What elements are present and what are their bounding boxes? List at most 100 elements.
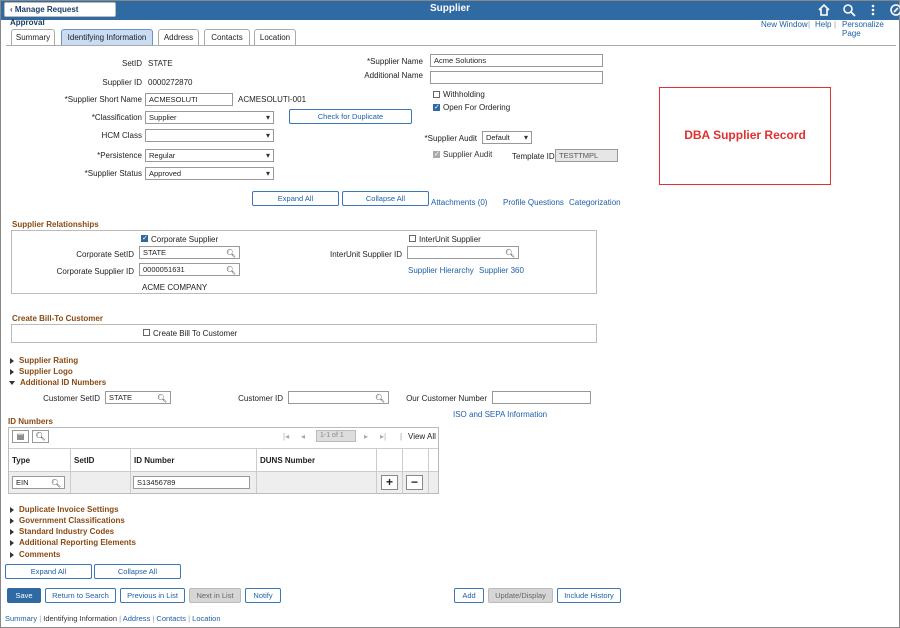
our-customer-number-input[interactable] <box>492 391 591 404</box>
actions-menu-icon[interactable] <box>866 3 880 17</box>
col-id-number-header: ID Number <box>134 456 175 465</box>
search-icon[interactable]: 🔍︎ <box>505 248 515 259</box>
customer-setid-input[interactable]: STATE 🔍︎ <box>105 391 171 404</box>
persistence-select[interactable]: Regular <box>145 149 274 162</box>
add-button[interactable]: Add <box>454 588 484 603</box>
classification-select[interactable]: Supplier <box>145 111 274 124</box>
last-page-icon[interactable]: ▸| <box>380 432 386 441</box>
col-duns-header: DUNS Number <box>260 456 316 465</box>
page-title: Supplier <box>429 3 470 14</box>
supplier-status-select[interactable]: Approved <box>145 167 274 180</box>
expand-arrow-icon <box>10 528 14 535</box>
tab-summary[interactable]: Summary <box>11 29 55 45</box>
tab-contacts[interactable]: Contacts <box>204 29 250 45</box>
id-numbers-title: ID Numbers <box>8 417 53 426</box>
prev-page-icon[interactable]: ◂ <box>301 432 305 441</box>
notify-button[interactable]: Notify <box>245 588 281 603</box>
include-history-button[interactable]: Include History <box>557 588 621 603</box>
save-button[interactable]: Save <box>7 588 41 603</box>
standard-industry-codes-section[interactable]: Standard Industry Codes <box>10 527 114 536</box>
tab-address[interactable]: Address <box>158 29 199 45</box>
collapse-all-button-top[interactable]: Collapse All <box>342 191 429 206</box>
supplier-name-input[interactable]: Acme Solutions <box>430 54 603 67</box>
view-all-link[interactable]: View All <box>408 432 436 441</box>
expand-all-button-top[interactable]: Expand All <box>252 191 339 206</box>
personalize-page-link[interactable]: Personalize Page <box>842 20 900 38</box>
attachments-link[interactable]: Attachments (0) <box>431 198 487 207</box>
customer-id-input[interactable]: 🔍︎ <box>288 391 389 404</box>
type-input[interactable]: EIN 🔍︎ <box>12 476 65 489</box>
profile-questions-link[interactable]: Profile Questions <box>503 198 564 207</box>
create-bill-to-checkbox[interactable] <box>143 329 150 336</box>
corp-supplier-id-label: Corporate Supplier ID <box>56 267 134 276</box>
search-icon[interactable]: 🔍︎ <box>51 478 61 489</box>
id-number-input[interactable]: S13456789 <box>133 476 250 489</box>
footer-location-link[interactable]: Location <box>192 614 220 623</box>
delete-row-button[interactable]: − <box>406 475 423 490</box>
supplier-audit-select[interactable]: Default <box>482 131 532 144</box>
customer-setid-label: Customer SetID <box>43 394 100 403</box>
supplier-id-value: 0000272870 <box>148 78 193 87</box>
home-icon[interactable] <box>817 3 831 17</box>
find-icon[interactable]: 🔍︎ <box>32 430 49 443</box>
new-window-link[interactable]: New Window <box>761 20 808 29</box>
search-icon[interactable]: 🔍︎ <box>226 265 236 276</box>
expand-all-button-bottom[interactable]: Expand All <box>5 564 92 579</box>
search-icon[interactable]: 🔍︎ <box>375 393 385 404</box>
dba-banner-text: DBA Supplier Record <box>684 128 806 142</box>
interunit-supplier-label: InterUnit Supplier <box>419 235 481 244</box>
interunit-supplier-id-input[interactable]: 🔍︎ <box>407 246 519 259</box>
supplier-logo-section[interactable]: Supplier Logo <box>10 367 73 376</box>
additional-id-section[interactable]: Additional ID Numbers <box>9 378 106 387</box>
footer-contacts-link[interactable]: Contacts <box>156 614 186 623</box>
return-to-search-button[interactable]: Return to Search <box>45 588 116 603</box>
navbar-icon[interactable] <box>889 3 900 17</box>
corp-setid-label: Corporate SetID <box>76 250 134 259</box>
corporate-supplier-checkbox[interactable] <box>141 234 148 242</box>
withholding-checkbox[interactable] <box>433 91 440 98</box>
next-in-list-button: Next in List <box>189 588 241 603</box>
pager-select[interactable]: 1-1 of 1 <box>316 430 356 442</box>
tab-identifying-information[interactable]: Identifying Information <box>61 29 153 45</box>
search-icon[interactable]: 🔍︎ <box>226 248 236 259</box>
template-id-label: Template ID <box>512 152 555 161</box>
corp-supplier-id-input[interactable]: 0000051631 🔍︎ <box>139 263 240 276</box>
interunit-supplier-id-label: InterUnit Supplier ID <box>329 250 402 259</box>
search-icon[interactable]: 🔍︎ <box>157 393 167 404</box>
supplier-relationships-box <box>11 230 597 294</box>
first-page-icon[interactable]: |◂ <box>283 432 289 441</box>
search-icon[interactable] <box>842 3 856 17</box>
interunit-supplier-checkbox[interactable] <box>409 235 416 242</box>
previous-in-list-button[interactable]: Previous in List <box>120 588 185 603</box>
check-duplicate-button[interactable]: Check for Duplicate <box>289 109 412 124</box>
next-page-icon[interactable]: ▸ <box>364 432 368 441</box>
categorization-link[interactable]: Categorization <box>569 198 621 207</box>
personalize-grid-icon[interactable]: ▤ <box>12 430 29 443</box>
comments-section[interactable]: Comments <box>10 550 60 559</box>
supplier-hierarchy-link[interactable]: Supplier Hierarchy <box>408 266 474 275</box>
expand-arrow-icon <box>10 368 14 375</box>
tab-location[interactable]: Location <box>254 29 296 45</box>
create-bill-to-title: Create Bill-To Customer <box>12 314 103 323</box>
supplier-360-link[interactable]: Supplier 360 <box>479 266 524 275</box>
help-link[interactable]: Help <box>815 20 831 29</box>
additional-name-input[interactable] <box>430 71 603 84</box>
footer-summary-link[interactable]: Summary <box>5 614 37 623</box>
additional-reporting-section[interactable]: Additional Reporting Elements <box>10 538 136 547</box>
withholding-label: Withholding <box>443 90 485 99</box>
duplicate-invoice-section[interactable]: Duplicate Invoice Settings <box>10 505 119 514</box>
government-classifications-section[interactable]: Government Classifications <box>10 516 125 525</box>
hcm-class-select[interactable] <box>145 129 274 142</box>
collapse-all-button-bottom[interactable]: Collapse All <box>94 564 181 579</box>
corp-setid-input[interactable]: STATE 🔍︎ <box>139 246 240 259</box>
footer-identifying-link: Identifying Information <box>43 614 118 623</box>
setid-value: STATE <box>148 59 173 68</box>
add-row-button[interactable]: + <box>381 475 398 490</box>
footer-nav: Summary | Identifying Information | Addr… <box>5 614 221 623</box>
iso-sepa-link[interactable]: ISO and SEPA Information <box>453 410 547 419</box>
supplier-rating-section[interactable]: Supplier Rating <box>10 356 78 365</box>
col-setid-header: SetID <box>74 456 95 465</box>
footer-address-link[interactable]: Address <box>123 614 151 623</box>
short-name-input[interactable]: ACMESOLUTI <box>145 93 233 106</box>
open-for-ordering-checkbox[interactable] <box>433 103 440 111</box>
